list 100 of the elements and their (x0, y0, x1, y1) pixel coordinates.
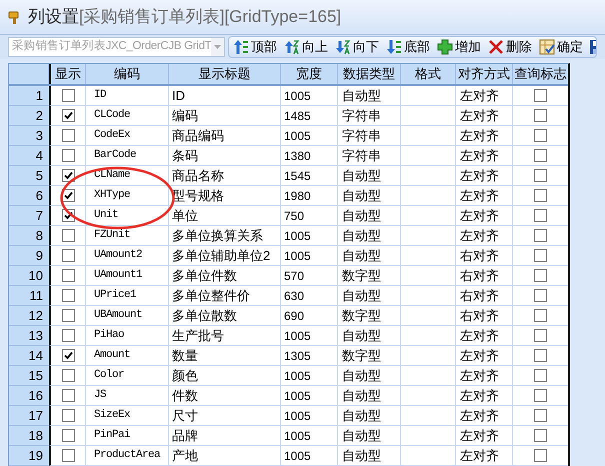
table-cell: 自动型 (338, 286, 401, 306)
table-cell (401, 186, 456, 206)
row-number: 18 (9, 426, 49, 446)
checkbox[interactable] (62, 449, 74, 462)
table-cell: 1005 (281, 426, 338, 446)
table-cell: ID (169, 86, 281, 106)
toolbar-button[interactable]: 向上 (284, 37, 328, 57)
table-cell: 1380 (281, 146, 338, 166)
checkbox[interactable] (534, 89, 547, 102)
table-cell: 条码 (169, 146, 281, 166)
table-cell: 左对齐 (456, 406, 513, 426)
table-cell: 左对齐 (456, 166, 513, 186)
table-cell: 570 (281, 266, 338, 286)
checkbox[interactable] (62, 269, 74, 282)
checkbox[interactable] (534, 149, 547, 162)
table-cell: 左对齐 (456, 346, 513, 366)
checkbox[interactable] (534, 349, 547, 362)
table-cell: 数字型 (338, 306, 401, 326)
checkbox[interactable] (62, 89, 74, 102)
checkbox[interactable] (534, 449, 547, 462)
table-cell: 左对齐 (456, 366, 513, 386)
row-number: 10 (9, 266, 49, 286)
checkbox[interactable] (534, 169, 547, 182)
table-cell: Amount (86, 346, 169, 366)
checkbox[interactable] (534, 129, 547, 142)
checkbox[interactable] (62, 309, 74, 322)
column-header[interactable]: 宽度 (281, 64, 338, 84)
checkbox[interactable] (62, 249, 74, 262)
table-cell: 630 (281, 286, 338, 306)
table-cell: PiHao (86, 326, 169, 346)
table-cell: 品牌 (169, 426, 281, 446)
table-cell: UAmount1 (86, 266, 169, 286)
checkbox[interactable] (534, 369, 547, 382)
table-cell: 数量 (169, 346, 281, 366)
checkbox[interactable] (62, 129, 74, 142)
checkbox[interactable] (62, 169, 74, 182)
checkbox[interactable] (62, 349, 74, 362)
checkbox[interactable] (534, 189, 547, 202)
table-cell (401, 266, 456, 286)
arrow-up-to-top-icon (233, 39, 249, 55)
table-cell (401, 306, 456, 326)
column-header[interactable]: 编码 (86, 64, 169, 84)
row-number: 14 (9, 346, 49, 366)
checkbox[interactable] (534, 249, 547, 262)
checkbox[interactable] (62, 149, 74, 162)
column-header[interactable]: 显示 (49, 64, 86, 84)
toolbar-button[interactable]: 顶部 (233, 37, 277, 57)
table-cell: 字符串 (338, 146, 401, 166)
table-cell: 编码 (169, 106, 281, 126)
cross-icon (488, 39, 504, 55)
checkbox[interactable] (62, 109, 74, 122)
table-cell: 生产批号 (169, 326, 281, 346)
column-header[interactable]: 显示标题 (169, 64, 281, 84)
checkbox[interactable] (62, 229, 74, 242)
table-cell: 右对齐 (456, 266, 513, 286)
row-number: 3 (9, 126, 49, 146)
toolbar-button[interactable]: 删除 (488, 37, 532, 57)
table-cell: 多单位散数 (169, 306, 281, 326)
toolbar-button[interactable]: 确定 (539, 37, 583, 57)
table-cell: 右对齐 (456, 286, 513, 306)
checkbox[interactable] (534, 389, 547, 402)
toolbar-button[interactable]: 向下 (335, 37, 379, 57)
row-number: 11 (9, 286, 49, 306)
column-header[interactable]: 格式 (401, 64, 456, 84)
table-cell: 左对齐 (456, 146, 513, 166)
table-cell (401, 146, 456, 166)
checkbox[interactable] (62, 329, 74, 342)
checkbox[interactable] (534, 109, 547, 122)
table-cell: 1305 (281, 346, 338, 366)
checkbox[interactable] (534, 429, 547, 442)
checkbox[interactable] (62, 409, 74, 422)
table-cell (401, 386, 456, 406)
column-header[interactable]: 查询标志 (513, 64, 568, 84)
checkbox[interactable] (534, 409, 547, 422)
table-cell: 1485 (281, 106, 338, 126)
checkbox[interactable] (62, 369, 74, 382)
checkbox[interactable] (62, 289, 74, 302)
table-cell (401, 206, 456, 226)
toolbar-button[interactable]: 底部 (386, 37, 430, 57)
checkbox[interactable] (534, 209, 547, 222)
table-cell: CLName (86, 166, 169, 186)
plus-icon (437, 39, 453, 55)
table-cell (401, 226, 456, 246)
checkbox[interactable] (534, 329, 547, 342)
row-number: 8 (9, 226, 49, 246)
column-header[interactable]: 对齐方式 (456, 64, 513, 84)
column-header[interactable]: 数据类型 (338, 64, 401, 84)
toolbar-button[interactable]: 增加 (437, 37, 481, 57)
row-number: 6 (9, 186, 49, 206)
checkbox[interactable] (534, 309, 547, 322)
checkbox[interactable] (534, 269, 547, 282)
row-number: 17 (9, 406, 49, 426)
table-cell: ProductArea (86, 446, 169, 466)
table-cell: 多单位辅助单位2 (169, 246, 281, 266)
table-cell: 自动型 (338, 206, 401, 226)
checkbox[interactable] (62, 429, 74, 442)
table-cell: CLCode (86, 106, 169, 126)
checkbox[interactable] (534, 229, 547, 242)
checkbox[interactable] (534, 289, 547, 302)
checkbox[interactable] (62, 389, 74, 402)
